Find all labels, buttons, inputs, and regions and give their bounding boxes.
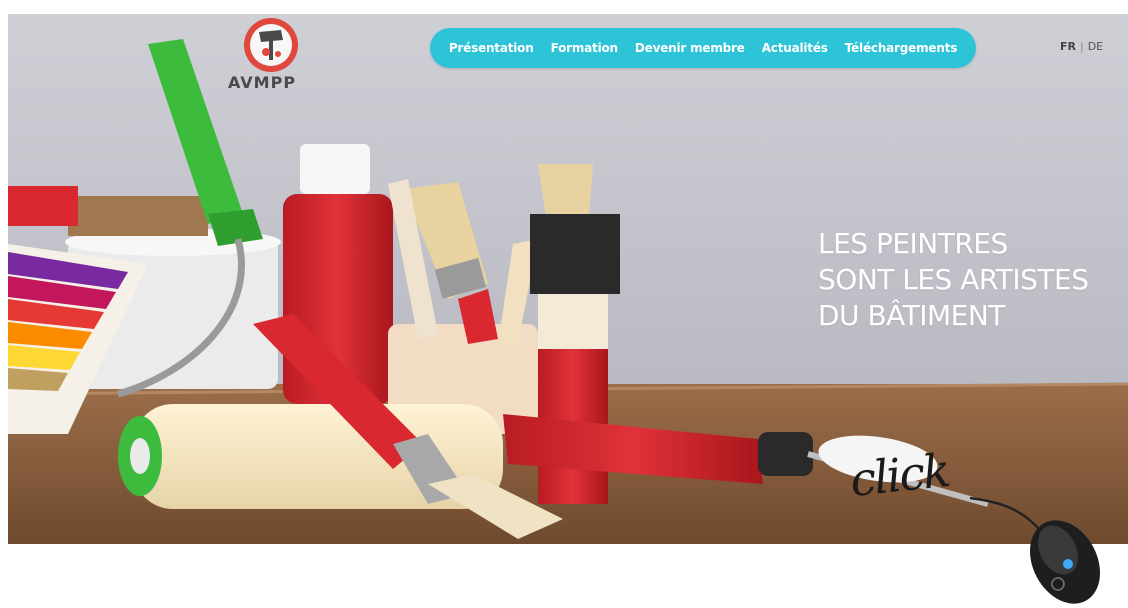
hero-headline: LES PEINTRES SONT LES ARTISTES DU BÂTIME…: [818, 226, 1089, 334]
main-navigation: Présentation Formation Devenir membre Ac…: [430, 28, 976, 68]
language-de[interactable]: DE: [1088, 40, 1103, 53]
headline-line-1: LES PEINTRES: [818, 227, 1008, 260]
computer-mouse-icon: [970, 496, 1101, 604]
headline-line-2: SONT LES ARTISTES: [818, 263, 1089, 296]
nav-item-presentation[interactable]: Présentation: [449, 41, 534, 55]
click-overlay-text: click: [847, 442, 952, 508]
language-fr[interactable]: FR: [1060, 40, 1076, 53]
nav-item-formation[interactable]: Formation: [551, 41, 619, 55]
logo-text[interactable]: AVMPP: [228, 73, 296, 92]
paint-roller-logo-icon: [244, 18, 298, 72]
nav-item-devenir-membre[interactable]: Devenir membre: [635, 41, 745, 55]
language-switcher: FR | DE: [1060, 40, 1103, 53]
language-separator: |: [1079, 40, 1084, 53]
nav-item-telechargements[interactable]: Téléchargements: [845, 41, 958, 55]
nav-item-actualites[interactable]: Actualités: [762, 41, 828, 55]
headline-line-3: DU BÂTIMENT: [818, 299, 1005, 332]
